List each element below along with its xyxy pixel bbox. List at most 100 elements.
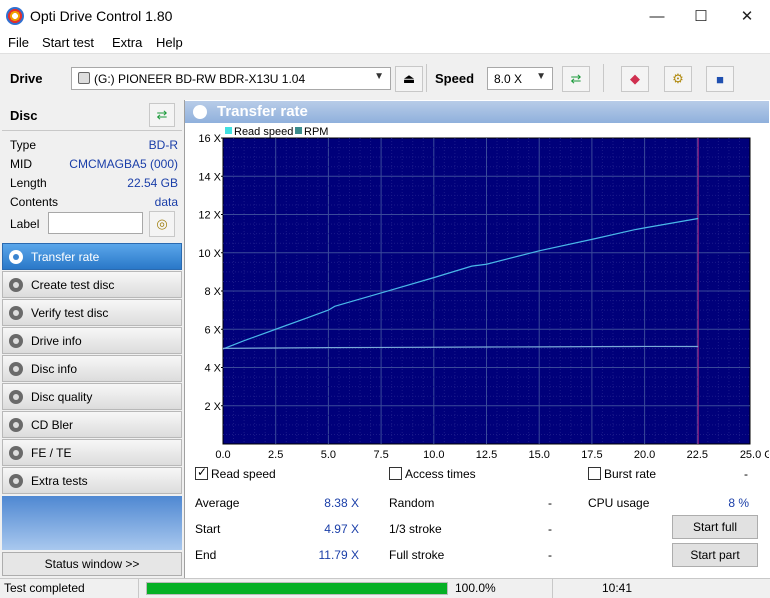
transfer-rate-chart: Read speed RPM 16 X 14 X 12 X 10 X 8 X 6 X 4 X 2 … [198,126,770,461]
chevron-down-icon: ▼ [536,71,546,82]
read-speed-checkbox[interactable]: ✓ Read speed [195,465,276,481]
disc-label-key: Label [10,217,40,231]
close-button[interactable]: ✕ [724,0,770,32]
y-tick-label: 14 X [198,171,221,183]
disc-row-key: Type [10,138,37,152]
stat-average-value: 8.38 X [324,496,359,510]
disc-heading: Disc [10,108,38,123]
panel-title: Transfer rate [217,103,308,120]
speed-select-value: 8.0 X [494,72,523,86]
x-tick-label: 25.0 GB [740,449,769,458]
nav-disc-info[interactable]: Disc info [2,355,182,382]
access-times-label: Access times [405,467,476,481]
save-button[interactable]: ■ [706,66,734,92]
y-tick-label: 8 X [204,286,221,298]
stat-start-key: Start [195,522,221,536]
chevron-down-icon: ▼ [374,71,384,82]
refresh-button[interactable]: ⇄ [562,66,590,92]
x-tick-label: 20.0 [634,449,655,458]
title-bar: Opti Drive Control 1.80 — ☐ ✕ [0,0,770,32]
y-tick-label: 12 X [198,210,221,222]
burst-rate-value: - [744,467,748,481]
drive-icon [78,72,90,84]
legend-read-speed: Read speed [234,126,293,138]
cpu-usage-key: CPU usage [588,496,650,510]
disc-icon [9,333,23,348]
floppy-disk-icon: ■ [716,71,724,87]
disc-row-length: Length 22.54 GB [10,176,178,195]
burst-rate-checkbox[interactable]: Burst rate [588,467,656,481]
divider [2,130,182,131]
disc-icon [9,473,23,488]
nav-create-test-disc[interactable]: Create test disc [2,271,182,298]
checkbox-icon [389,467,402,480]
drive-select[interactable]: (G:) PIONEER BD-RW BDR-X13U 1.04 ▼ [71,67,391,90]
nav-gradient-panel [2,496,182,550]
nav-label: Disc quality [31,389,93,404]
y-tick-label: 2 X [204,401,221,413]
status-window-button[interactable]: Status window >> [2,552,182,576]
settings-button[interactable]: ⚙ [664,66,692,92]
status-text: Test completed [4,581,85,595]
minimize-button[interactable]: — [634,0,680,32]
menu-start-test[interactable]: Start test [42,35,94,50]
stat-start-value: 4.97 X [324,522,359,536]
disc-row-key: Length [10,176,47,190]
window-title: Opti Drive Control 1.80 [30,8,173,24]
speed-select[interactable]: 8.0 X ▼ [487,67,553,90]
legend-rpm: RPM [304,126,328,138]
nav-transfer-rate[interactable]: Transfer rate [2,243,182,270]
nav-disc-quality[interactable]: Disc quality [2,383,182,410]
stat-end-value: 11.79 X [318,548,359,562]
toolbar-divider [426,64,427,92]
status-bar: Test completed 100.0% 10:41 [0,578,770,598]
stat-third-stroke-value: - [548,522,552,536]
stat-end-key: End [195,548,217,562]
menu-extra[interactable]: Extra [112,35,142,50]
disc-icon [9,445,23,460]
menu-file[interactable]: File [8,35,29,50]
panel-header: Transfer rate [185,101,769,123]
y-tick-label: 16 X [198,133,221,145]
nav-fe-te[interactable]: FE / TE [2,439,182,466]
cpu-usage-value: 8 % [728,496,749,510]
nav-verify-test-disc[interactable]: Verify test disc [2,299,182,326]
x-tick-label: 0.0 [215,449,230,458]
maximize-button[interactable]: ☐ [678,0,724,32]
disc-label-input[interactable] [48,212,143,234]
nav-label: Verify test disc [31,305,109,320]
nav-label: Create test disc [31,277,115,292]
x-tick-label: 5.0 [321,449,336,458]
chart-area: Read speed RPM 16 X 14 X 12 X 10 X 8 X 6 X 4 X 2 … [185,123,770,461]
legend-swatch-read-speed [225,127,232,134]
eject-icon: ⏏ [402,71,416,86]
access-times-checkbox[interactable]: Access times [389,467,476,481]
x-tick-label: 7.5 [373,449,388,458]
y-tick-label: 6 X [204,324,221,336]
nav-label: Disc info [31,361,78,376]
nav-extra-tests[interactable]: Extra tests [2,467,182,494]
gears-icon: ⚙ [672,71,684,86]
erase-button[interactable]: ◆ [621,66,649,92]
x-tick-label: 10.0 [423,449,444,458]
disc-refresh-button[interactable]: ⇄ [149,103,175,127]
start-part-button[interactable]: Start part [672,543,758,567]
eraser-icon: ◆ [630,71,640,86]
nav-drive-info[interactable]: Drive info [2,327,182,354]
disc-row-value: 22.54 GB [127,176,178,190]
y-tick-label: 10 X [198,248,221,260]
eject-button[interactable]: ⏏ [395,66,423,92]
disc-icon [193,105,207,119]
nav-cd-bler[interactable]: CD Bler [2,411,182,438]
x-tick-label: 15.0 [528,449,549,458]
menu-help[interactable]: Help [156,35,183,50]
disc-icon: ◎ [156,216,168,231]
drive-label: Drive [10,71,43,86]
status-divider [138,579,139,598]
disc-label-button[interactable]: ◎ [149,211,175,237]
start-full-button[interactable]: Start full [672,515,758,539]
refresh-arrows-icon: ⇄ [570,71,582,86]
x-tick-label: 17.5 [581,449,602,458]
stat-full-stroke-key: Full stroke [389,548,445,562]
nav-label: Drive info [31,333,82,348]
